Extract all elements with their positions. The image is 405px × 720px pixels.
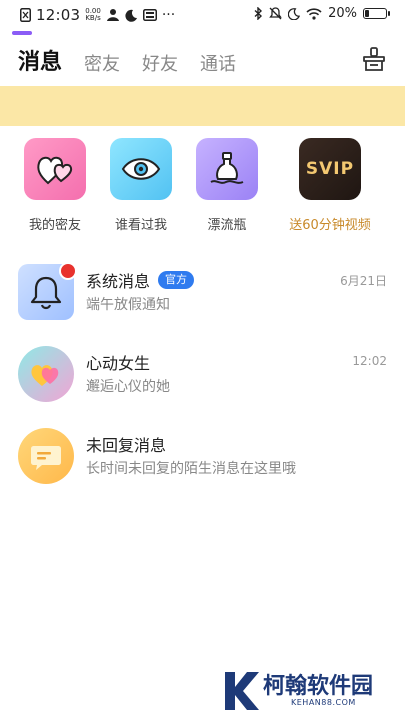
list-item-unreplied-messages[interactable]: 未回复消息 长时间未回复的陌生消息在这里哦 bbox=[0, 428, 405, 498]
tab-messages[interactable]: 消息 bbox=[18, 44, 62, 76]
official-badge: 官方 bbox=[158, 271, 195, 289]
feature-label: 谁看过我 bbox=[114, 218, 167, 233]
mute-icon bbox=[269, 7, 282, 20]
moon-icon bbox=[288, 7, 301, 20]
unread-dot bbox=[59, 262, 77, 280]
heart-icon bbox=[24, 138, 86, 200]
battery-percent: 20% bbox=[328, 6, 357, 21]
avatar bbox=[18, 346, 74, 402]
tab-close-friends[interactable]: 密友 bbox=[84, 50, 120, 76]
list-item-time: 6月21日 bbox=[340, 274, 387, 288]
watermark: 柯翰软件园 KEHAN88.COM bbox=[221, 668, 391, 714]
feature-drift-bottle[interactable]: 漂流瓶 bbox=[177, 138, 277, 233]
card-icon bbox=[142, 9, 157, 21]
active-tab-indicator bbox=[12, 31, 32, 35]
feature-who-viewed-me[interactable]: 谁看过我 bbox=[91, 138, 191, 233]
chat-icon bbox=[31, 446, 61, 470]
list-item-title: 心动女生 bbox=[86, 354, 151, 373]
tab-friends[interactable]: 好友 bbox=[142, 50, 178, 76]
notice-banner[interactable] bbox=[0, 86, 405, 126]
person-icon bbox=[106, 9, 119, 21]
feature-label: 送60分钟视频 bbox=[289, 218, 371, 233]
status-time: 12:03 bbox=[36, 6, 81, 24]
status-bar: 12:03 0.00 KB/s ··· 20% bbox=[0, 0, 405, 32]
feature-my-close-friends[interactable]: 我的密友 bbox=[5, 138, 105, 233]
svip-tile-text: SVIP bbox=[305, 159, 355, 179]
bottle-icon bbox=[196, 138, 258, 200]
list-item-subtitle: 端午放假通知 bbox=[86, 297, 170, 313]
feature-svip-video[interactable]: SVIP 送60分钟视频 bbox=[280, 138, 380, 233]
list-item-heartbeat-girls[interactable]: 心动女生 邂逅心仪的她 12:02 bbox=[0, 346, 405, 416]
bluetooth-icon bbox=[254, 7, 263, 20]
feature-label: 我的密友 bbox=[28, 218, 81, 233]
clear-unread-icon[interactable] bbox=[361, 46, 387, 72]
network-speed: 0.00 KB/s bbox=[85, 7, 101, 22]
list-item-subtitle: 邂逅心仪的她 bbox=[86, 379, 170, 395]
list-item-time: 12:02 bbox=[352, 354, 387, 368]
more-icon: ··· bbox=[161, 7, 176, 23]
watermark-logo-icon bbox=[225, 672, 259, 710]
feature-label: 漂流瓶 bbox=[207, 218, 247, 233]
wifi-icon bbox=[306, 7, 322, 20]
avatar bbox=[18, 262, 77, 320]
sim-icon bbox=[20, 8, 31, 22]
top-tabs: 消息 密友 好友 通话 bbox=[18, 44, 258, 76]
hearts-icon bbox=[31, 365, 59, 386]
list-item-title: 系统消息 bbox=[86, 272, 151, 291]
moon-icon bbox=[125, 9, 137, 22]
watermark-url: KEHAN88.COM bbox=[291, 698, 356, 707]
watermark-text: 柯翰软件园 bbox=[263, 674, 374, 699]
list-item-subtitle: 长时间未回复的陌生消息在这里哦 bbox=[86, 461, 296, 477]
svip-icon: SVIP bbox=[299, 138, 361, 200]
battery-icon bbox=[363, 8, 390, 19]
feature-shortcuts: 我的密友 谁看过我 漂流瓶 SVIP 送60分钟视频 bbox=[0, 138, 405, 238]
avatar bbox=[18, 428, 74, 484]
eye-icon bbox=[110, 138, 172, 200]
tab-calls[interactable]: 通话 bbox=[200, 50, 236, 76]
list-item-title: 未回复消息 bbox=[86, 436, 167, 455]
list-item-system-messages[interactable]: 系统消息 官方 端午放假通知 6月21日 bbox=[0, 262, 405, 334]
